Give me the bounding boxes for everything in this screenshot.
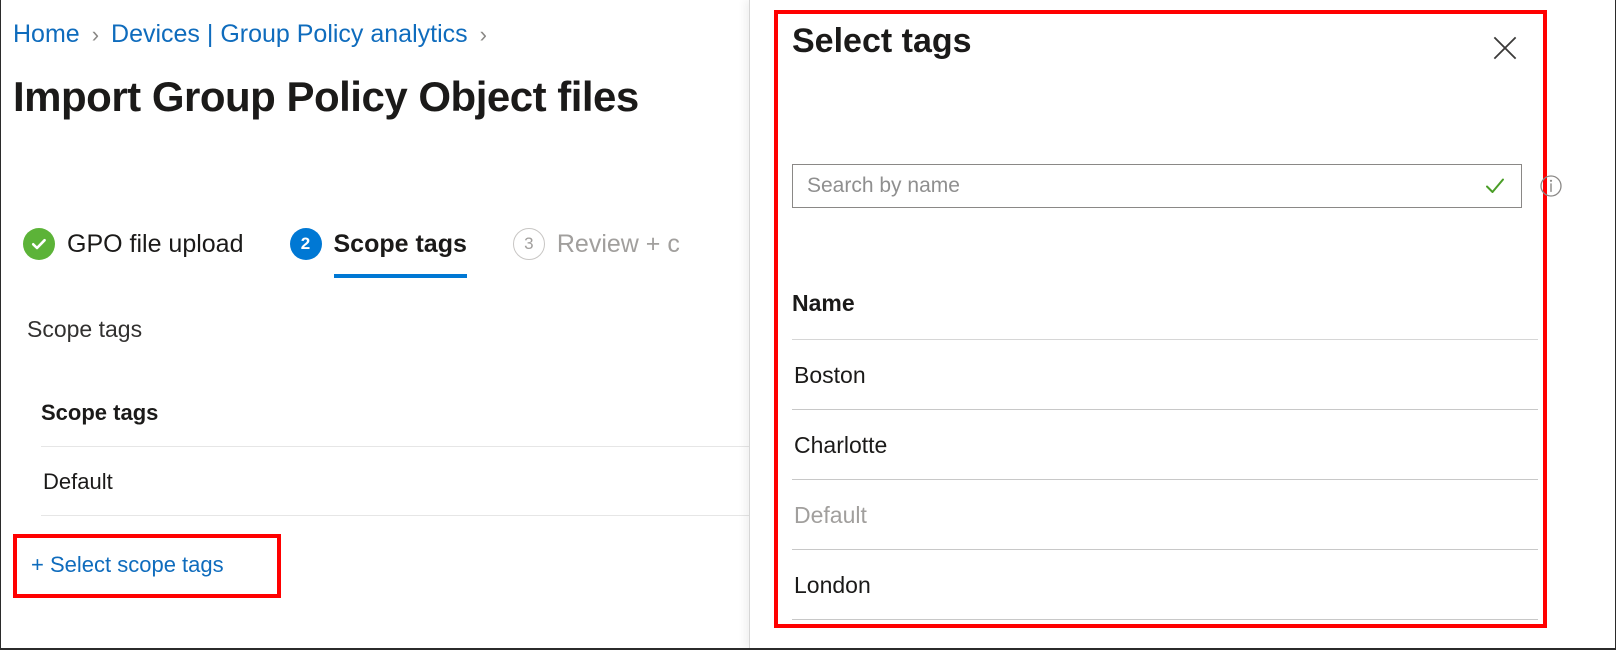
breadcrumb-item-home[interactable]: Home [13, 20, 80, 49]
search-input[interactable] [793, 165, 1483, 207]
wizard-step-label-3: Review + c [557, 230, 680, 259]
table-column-header-scope-tags: Scope tags [41, 400, 749, 447]
list-item[interactable]: Boston [792, 340, 1538, 410]
wizard-step-gpo-file-upload[interactable]: GPO file upload [23, 228, 244, 278]
checkmark-icon[interactable] [1483, 174, 1507, 198]
page-title: Import Group Policy Object files [13, 73, 639, 121]
search-box[interactable] [792, 164, 1522, 208]
list-item[interactable]: London [792, 550, 1538, 620]
search-row [792, 164, 1564, 208]
list-item: Default [792, 480, 1538, 550]
section-label-scope-tags: Scope tags [27, 316, 142, 343]
flyout-title: Select tags [792, 22, 972, 61]
info-icon[interactable] [1538, 173, 1564, 199]
breadcrumb: Home › Devices | Group Policy analytics … [13, 20, 499, 49]
wizard-steps: GPO file upload 2 Scope tags 3 Review + … [23, 228, 726, 278]
wizard-step-label-2: Scope tags [334, 230, 467, 259]
scope-tags-table: Scope tags Default [41, 400, 749, 516]
wizard-step-review-create[interactable]: 3 Review + c [513, 228, 680, 278]
check-circle-icon [23, 228, 55, 260]
breadcrumb-separator-icon-2: › [480, 22, 487, 48]
tags-list: Name Boston Charlotte Default London [792, 290, 1538, 620]
step-number-badge-3: 3 [513, 228, 545, 260]
main-page: Home › Devices | Group Policy analytics … [1, 0, 749, 648]
step-number-badge-2: 2 [290, 228, 322, 260]
close-icon[interactable] [1485, 28, 1525, 68]
select-tags-flyout-panel: Select tags [749, 0, 1616, 648]
wizard-step-label-1: GPO file upload [67, 230, 244, 259]
breadcrumb-separator-icon: › [92, 22, 99, 48]
screenshot-root: Home › Devices | Group Policy analytics … [0, 0, 1616, 650]
list-column-header-name: Name [792, 290, 1538, 340]
breadcrumb-item-devices[interactable]: Devices | Group Policy analytics [111, 20, 468, 49]
wizard-step-scope-tags[interactable]: 2 Scope tags [290, 228, 467, 278]
select-scope-tags-link[interactable]: + Select scope tags [31, 552, 224, 578]
table-row: Default [41, 447, 749, 516]
list-item[interactable]: Charlotte [792, 410, 1538, 480]
